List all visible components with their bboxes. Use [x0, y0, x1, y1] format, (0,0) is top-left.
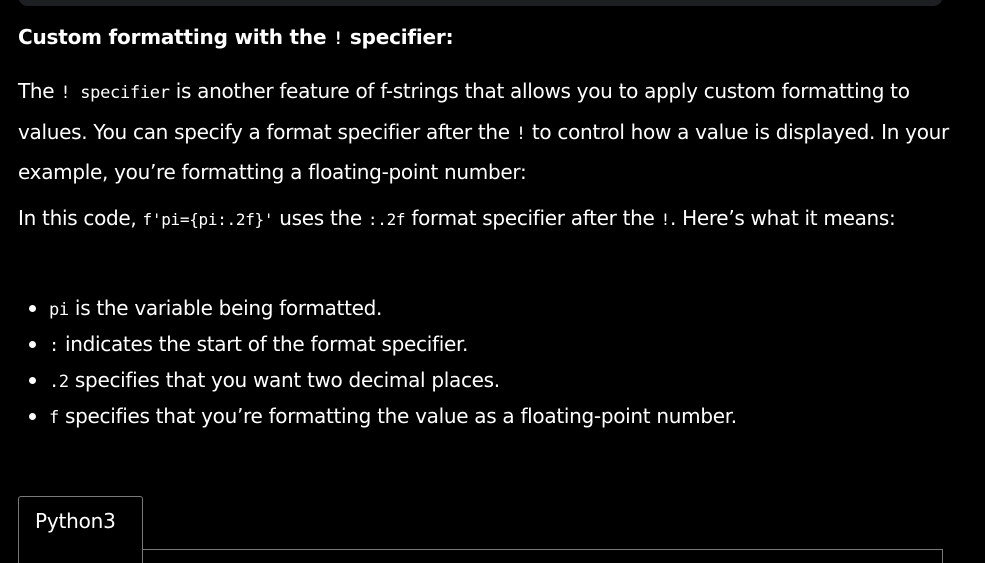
specifier-parts-list: pi is the variable being formatted. : in…: [0, 290, 737, 434]
tab-python3[interactable]: Python3: [18, 496, 143, 563]
inline-code: :.2f: [367, 210, 406, 229]
paragraph-specifier-intro: The ! specifier is another feature of f-…: [18, 79, 949, 184]
bullet-dot-icon: [29, 413, 36, 420]
bullet-dot-icon: [29, 377, 36, 384]
section-heading: Custom formatting with the ! specifier:: [18, 25, 454, 49]
list-item: : indicates the start of the format spec…: [0, 326, 737, 362]
bullet-dot-icon: [29, 305, 36, 312]
inline-code: :: [49, 336, 59, 356]
bullet-dot-icon: [29, 341, 36, 348]
inline-code: !: [333, 29, 344, 49]
tab-bar-divider: [143, 549, 943, 550]
inline-code: !: [660, 210, 671, 229]
list-item: f specifies that you’re formatting the v…: [0, 398, 737, 434]
code-panel-edge: [942, 549, 943, 563]
previous-block-edge: [18, 0, 943, 6]
inline-code: .2: [49, 372, 69, 392]
inline-code: pi: [49, 300, 69, 320]
list-item: .2 specifies that you want two decimal p…: [0, 362, 737, 398]
tab-label: Python3: [35, 509, 116, 533]
inline-code: !: [515, 123, 526, 144]
list-item: pi is the variable being formatted.: [0, 290, 737, 326]
inline-code: f'pi={pi:.2f}': [142, 210, 274, 229]
inline-code: f: [49, 408, 59, 428]
paragraph-code-explanation: In this code, f'pi={pi:.2f}' uses the :.…: [18, 206, 896, 230]
inline-code: ! specifier: [60, 83, 170, 103]
